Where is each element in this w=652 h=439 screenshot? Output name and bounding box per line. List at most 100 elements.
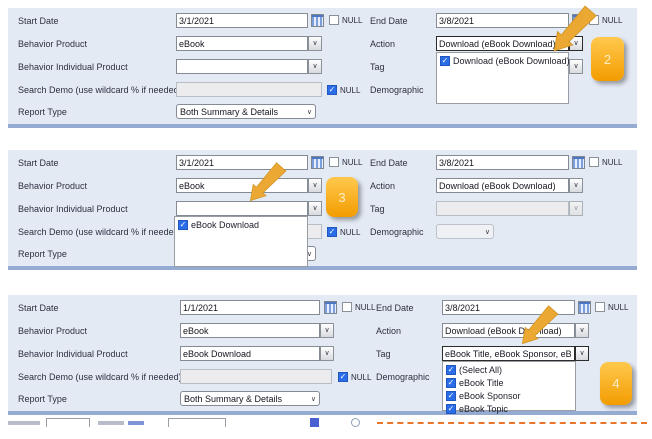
cropped-text xyxy=(8,421,40,425)
tag-label: Tag xyxy=(376,349,391,359)
chevron-down-icon: ∨ xyxy=(573,182,578,189)
cropped-dashed-line xyxy=(377,422,647,424)
behavior-individual-product-dropdown-list: ✓ eBook Download xyxy=(174,216,308,267)
option-label: eBook Sponsor xyxy=(459,391,521,401)
behavior-product-input[interactable] xyxy=(180,323,320,338)
start-date-label: Start Date xyxy=(18,303,59,313)
cropped-input[interactable] xyxy=(46,418,90,427)
tag-input[interactable] xyxy=(436,201,569,216)
step-badge-3: 3 xyxy=(326,177,358,217)
annotation-arrow-behavior-individual-product xyxy=(246,158,290,208)
search-demo-null-checkbox[interactable]: ✓ xyxy=(338,372,348,382)
end-date-label: End Date xyxy=(376,303,414,313)
calendar-icon[interactable] xyxy=(578,301,591,314)
option-checkbox[interactable]: ✓ xyxy=(446,391,456,401)
start-date-label: Start Date xyxy=(18,16,59,26)
demographic-label: Demographic xyxy=(370,227,424,237)
end-date-label: End Date xyxy=(370,158,408,168)
cropped-link[interactable] xyxy=(128,421,144,425)
null-label: NULL xyxy=(608,303,628,312)
null-label: NULL xyxy=(351,373,371,382)
demographic-select[interactable]: ∨ xyxy=(436,224,494,239)
chevron-down-icon: ∨ xyxy=(312,63,317,70)
null-label: NULL xyxy=(602,16,622,25)
report-filter-screen: Start Date NULL End Date NULL Behavior P… xyxy=(0,0,652,439)
cropped-input[interactable] xyxy=(168,418,226,427)
cropped-text xyxy=(98,421,124,425)
behavior-product-dropdown-button[interactable]: ∨ xyxy=(320,323,334,338)
help-icon[interactable] xyxy=(351,418,360,427)
option-label: eBook Title xyxy=(459,378,504,388)
option-label: (Select All) xyxy=(459,365,502,375)
option-checkbox[interactable]: ✓ xyxy=(446,378,456,388)
chevron-down-icon: ∨ xyxy=(312,182,317,189)
tag-dropdown-list: ✓ (Select All) ✓ eBook Title ✓ eBook Spo… xyxy=(442,361,576,411)
action-label: Action xyxy=(370,181,395,191)
calendar-icon[interactable] xyxy=(572,156,585,169)
search-demo-input[interactable] xyxy=(180,369,332,384)
behavior-individual-product-input[interactable] xyxy=(180,346,320,361)
behavior-product-dropdown-button[interactable]: ∨ xyxy=(308,178,322,193)
end-date-null-checkbox[interactable] xyxy=(595,302,605,312)
tag-label: Tag xyxy=(370,62,385,72)
start-date-input[interactable] xyxy=(176,13,308,28)
behavior-product-dropdown-button[interactable]: ∨ xyxy=(308,36,322,51)
option-checkbox[interactable]: ✓ xyxy=(446,404,456,414)
behavior-product-label: Behavior Product xyxy=(18,181,87,191)
null-label: NULL xyxy=(340,228,360,237)
demographic-label: Demographic xyxy=(370,85,424,95)
behavior-individual-product-dropdown-button[interactable]: ∨ xyxy=(308,201,322,216)
tag-dropdown-button[interactable]: ∨ xyxy=(575,346,589,361)
demographic-label: Demographic xyxy=(376,372,430,382)
start-date-null-checkbox[interactable] xyxy=(342,302,352,312)
calendar-icon[interactable] xyxy=(311,14,324,27)
calendar-icon[interactable] xyxy=(324,301,337,314)
null-label: NULL xyxy=(340,86,360,95)
behavior-individual-product-label: Behavior Individual Product xyxy=(18,62,128,72)
save-icon[interactable] xyxy=(310,418,319,427)
behavior-individual-product-label: Behavior Individual Product xyxy=(18,349,128,359)
behavior-individual-product-dropdown-button[interactable]: ∨ xyxy=(308,59,322,74)
tag-dropdown-button[interactable]: ∨ xyxy=(569,201,583,216)
chevron-down-icon: ∨ xyxy=(579,350,584,357)
tag-option[interactable]: ✓ (Select All) xyxy=(443,363,575,376)
chevron-down-icon: ∨ xyxy=(579,327,584,334)
tag-option[interactable]: ✓ eBook Title xyxy=(443,376,575,389)
behavior-product-input[interactable] xyxy=(176,36,308,51)
annotation-arrow-action xyxy=(548,4,602,56)
report-type-label: Report Type xyxy=(18,107,67,117)
start-date-null-checkbox[interactable] xyxy=(329,15,339,25)
end-date-input[interactable] xyxy=(436,155,569,170)
action-dropdown-button[interactable]: ∨ xyxy=(575,323,589,338)
option-checkbox[interactable]: ✓ xyxy=(446,365,456,375)
search-demo-input[interactable] xyxy=(176,82,322,97)
tag-label: Tag xyxy=(370,204,385,214)
behavior-individual-product-option[interactable]: ✓ eBook Download xyxy=(175,218,307,231)
search-demo-null-checkbox[interactable]: ✓ xyxy=(327,85,337,95)
action-dropdown-button[interactable]: ∨ xyxy=(569,178,583,193)
report-type-label: Report Type xyxy=(18,249,67,259)
option-checkbox[interactable]: ✓ xyxy=(440,56,450,66)
start-date-null-checkbox[interactable] xyxy=(329,157,339,167)
tag-option[interactable]: ✓ eBook Sponsor xyxy=(443,389,575,402)
tag-dropdown-button[interactable]: ∨ xyxy=(569,59,583,74)
filter-panel-step2: Start Date NULL End Date NULL Behavior P… xyxy=(8,8,637,128)
search-demo-label: Search Demo (use wildcard % if needed) xyxy=(18,85,182,95)
report-type-label: Report Type xyxy=(18,394,67,404)
action-input[interactable] xyxy=(436,178,569,193)
null-label: NULL xyxy=(355,303,375,312)
chevron-down-icon: ∨ xyxy=(311,395,316,403)
report-type-select[interactable]: Both Summary & Details∨ xyxy=(176,104,316,119)
behavior-individual-product-dropdown-button[interactable]: ∨ xyxy=(320,346,334,361)
behavior-individual-product-input[interactable] xyxy=(176,59,308,74)
search-demo-null-checkbox[interactable]: ✓ xyxy=(327,227,337,237)
start-date-label: Start Date xyxy=(18,158,59,168)
chevron-down-icon: ∨ xyxy=(312,40,317,47)
start-date-input[interactable] xyxy=(180,300,320,315)
report-type-select[interactable]: Both Summary & Details∨ xyxy=(180,391,320,406)
tag-option[interactable]: ✓ eBook Topic xyxy=(443,402,575,415)
null-label: NULL xyxy=(342,16,362,25)
option-checkbox[interactable]: ✓ xyxy=(178,220,188,230)
calendar-icon[interactable] xyxy=(311,156,324,169)
end-date-null-checkbox[interactable] xyxy=(589,157,599,167)
